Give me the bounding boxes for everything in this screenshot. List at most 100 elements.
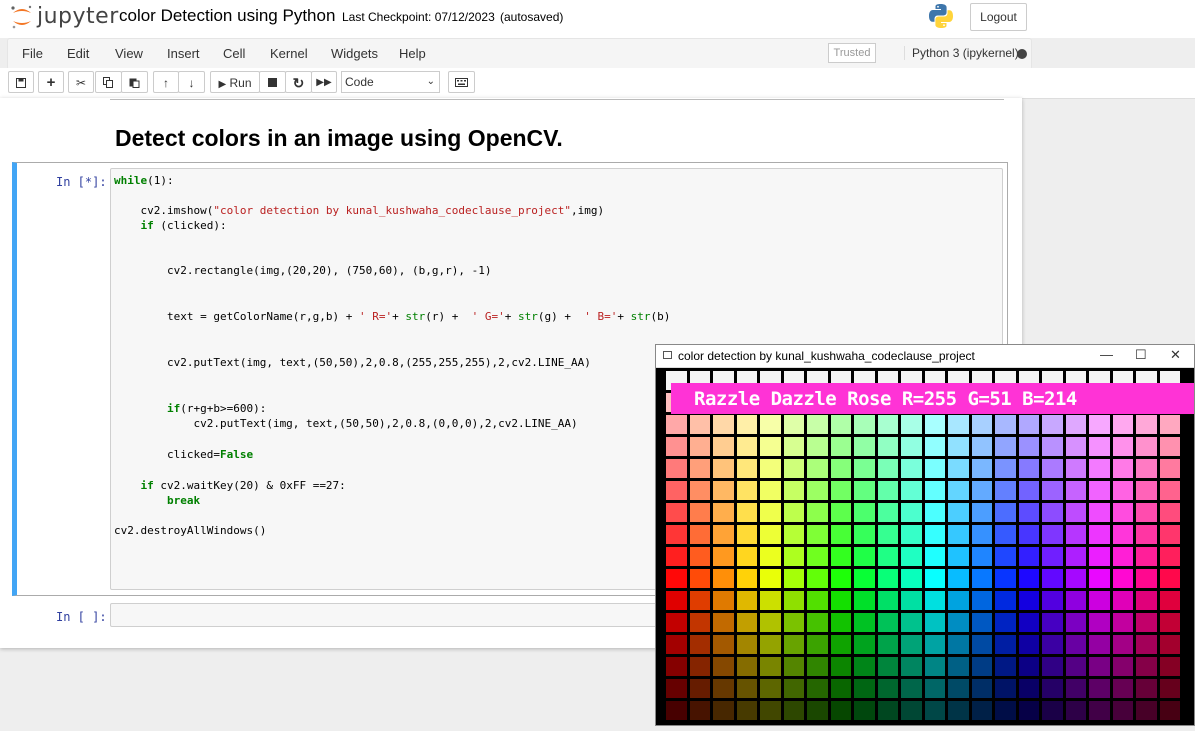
autosave-status: (autosaved) — [500, 10, 564, 24]
save-button[interactable] — [8, 71, 34, 93]
palette-swatch — [995, 459, 1016, 478]
move-down-button[interactable]: ↓ — [178, 71, 205, 93]
palette-swatch — [1065, 415, 1086, 434]
logout-button[interactable]: Logout — [970, 3, 1027, 31]
palette-swatch — [666, 657, 687, 676]
menu-cell[interactable]: Cell — [223, 46, 245, 61]
copy-button[interactable] — [95, 71, 122, 93]
scissors-icon: ✂ — [75, 76, 87, 90]
palette-swatch — [1018, 437, 1039, 456]
palette-swatch — [971, 525, 992, 544]
move-up-button[interactable]: ↑ — [153, 71, 179, 93]
menu-kernel[interactable]: Kernel — [270, 46, 308, 61]
palette-swatch — [783, 635, 804, 654]
refresh-icon: ↻ — [292, 75, 305, 91]
menu-edit[interactable]: Edit — [67, 46, 89, 61]
palette-swatch — [995, 657, 1016, 676]
palette-swatch — [666, 569, 687, 588]
menu-file[interactable]: File — [22, 46, 43, 61]
palette-swatch — [1112, 525, 1133, 544]
palette-swatch — [713, 547, 734, 566]
palette-swatch — [877, 547, 898, 566]
palette-swatch — [689, 437, 710, 456]
opencv-titlebar[interactable]: color detection by kunal_kushwaha_codecl… — [656, 345, 1194, 368]
palette-swatch — [736, 591, 757, 610]
palette-swatch — [901, 613, 922, 632]
palette-swatch — [948, 481, 969, 500]
palette-swatch — [1112, 415, 1133, 434]
palette-swatch — [783, 437, 804, 456]
palette-swatch — [689, 525, 710, 544]
palette-swatch — [713, 657, 734, 676]
code-line: if cv2.waitKey(20) & 0xFF ==27: — [140, 479, 346, 492]
play-icon: ▶ — [218, 79, 227, 90]
code-line: break — [166, 494, 201, 507]
color-palette-image[interactable] — [666, 371, 1194, 731]
paste-button[interactable] — [121, 71, 148, 93]
palette-swatch — [830, 437, 851, 456]
cut-button[interactable]: ✂ — [68, 71, 94, 93]
palette-swatch — [971, 591, 992, 610]
cell-prompt-running: In [*]: — [56, 175, 107, 189]
jupyter-logo-text[interactable]: jupyter — [37, 4, 119, 29]
palette-swatch — [948, 525, 969, 544]
opencv-window[interactable]: color detection by kunal_kushwaha_codecl… — [655, 344, 1195, 726]
menu-widgets[interactable]: Widgets — [331, 46, 378, 61]
palette-swatch — [877, 701, 898, 720]
palette-swatch — [760, 679, 781, 698]
palette-swatch — [948, 415, 969, 434]
command-palette-button[interactable] — [448, 71, 475, 93]
menu-help[interactable]: Help — [399, 46, 426, 61]
notebook-header: jupyter color Detection using Python Las… — [0, 0, 1195, 38]
menu-insert[interactable]: Insert — [167, 46, 200, 61]
palette-swatch — [901, 437, 922, 456]
code-line: cv2.putText(img, text,(50,50),2,0.8,(0,0… — [114, 417, 578, 430]
code-line: clicked=False — [114, 448, 254, 461]
palette-swatch — [1112, 591, 1133, 610]
notebook-title[interactable]: color Detection using Python — [119, 6, 335, 26]
minimize-icon[interactable]: — — [1100, 347, 1113, 362]
palette-swatch — [1018, 679, 1039, 698]
trusted-indicator[interactable]: Trusted — [828, 43, 876, 63]
code-line: cv2.rectangle(img,(20,20), (750,60), (b,… — [114, 264, 492, 277]
palette-swatch — [948, 547, 969, 566]
code-line: if(r+g+b>=600): — [166, 402, 267, 415]
restart-kernel-button[interactable]: ↻ — [285, 71, 312, 93]
palette-swatch — [948, 613, 969, 632]
palette-swatch — [689, 679, 710, 698]
palette-swatch — [1089, 657, 1110, 676]
palette-swatch — [877, 415, 898, 434]
palette-swatch — [1018, 613, 1039, 632]
plus-icon: + — [46, 74, 56, 91]
insert-cell-button[interactable]: + — [38, 71, 64, 93]
palette-swatch — [924, 613, 945, 632]
cell-type-select[interactable]: Code ⌄ — [341, 71, 440, 93]
palette-swatch — [736, 569, 757, 588]
palette-swatch — [877, 569, 898, 588]
palette-swatch — [830, 503, 851, 522]
palette-swatch — [713, 679, 734, 698]
palette-swatch — [1136, 613, 1157, 632]
menu-view[interactable]: View — [115, 46, 143, 61]
palette-swatch — [924, 701, 945, 720]
palette-swatch — [1042, 415, 1063, 434]
maximize-icon[interactable]: ☐ — [1135, 347, 1147, 363]
palette-swatch — [1112, 657, 1133, 676]
run-button[interactable]: ▶ Run — [210, 71, 260, 93]
kernel-name[interactable]: Python 3 (ipykernel) — [904, 46, 1019, 60]
palette-swatch — [1089, 525, 1110, 544]
palette-swatch — [713, 569, 734, 588]
code-line: cv2.destroyAllWindows() — [114, 524, 267, 537]
palette-swatch — [1042, 525, 1063, 544]
opencv-window-title: color detection by kunal_kushwaha_codecl… — [678, 349, 975, 363]
interrupt-button[interactable] — [259, 71, 286, 93]
close-icon[interactable]: ✕ — [1170, 347, 1181, 363]
markdown-heading[interactable]: Detect colors in an image using OpenCV. — [115, 125, 563, 152]
palette-swatch — [877, 481, 898, 500]
jupyter-logo-icon[interactable] — [10, 4, 34, 30]
palette-swatch — [971, 481, 992, 500]
palette-swatch — [1042, 569, 1063, 588]
palette-swatch — [1065, 437, 1086, 456]
restart-run-all-button[interactable]: ▶▶ — [311, 71, 337, 93]
palette-swatch — [1065, 547, 1086, 566]
